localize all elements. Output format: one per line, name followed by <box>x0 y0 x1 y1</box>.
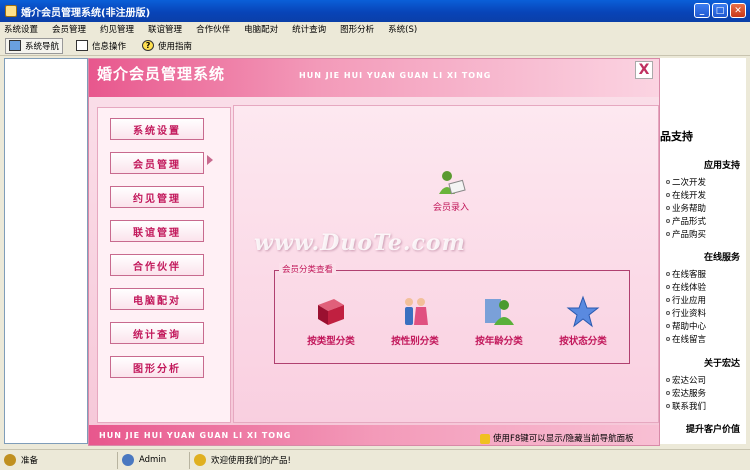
link-online-trial[interactable]: 在线体验 <box>666 281 706 293</box>
menu-appointment-management[interactable]: 约见管理 <box>100 23 134 35</box>
hint-text: 使用F8键可以显示/隐藏当前导航面板 <box>493 434 634 444</box>
ready-icon <box>4 454 16 466</box>
link-product-form[interactable]: 产品形式 <box>666 215 706 227</box>
system-nav-button[interactable]: 系统导航 <box>5 37 64 54</box>
content-area: www.DuoTe.com 会员录入 会员分类查看 按类型分类 按性别分类 按年… <box>233 105 659 423</box>
status-welcome: 欢迎使用我们的产品! <box>190 452 490 469</box>
nav-computer-matching[interactable]: 电脑配对 <box>110 288 204 310</box>
system-nav-label: 系统导航 <box>25 41 60 52</box>
main-panel: 婚介会员管理系统 HUN JIE HUI YUAN GUAN LI XI TON… <box>88 58 660 446</box>
menu-graph-analysis[interactable]: 图形分析 <box>340 23 374 35</box>
user-guide-label: 使用指南 <box>158 41 193 52</box>
link-help-center[interactable]: 帮助中心 <box>666 320 706 332</box>
link-secondary-dev[interactable]: 二次开发 <box>666 176 706 188</box>
user-icon <box>122 454 134 466</box>
support-panel: 品支持 应用支持 二次开发 在线开发 业务帮助 产品形式 产品购买 在线服务 在… <box>660 58 746 444</box>
smile-icon <box>194 454 206 466</box>
info-ops-label: 信息操作 <box>92 41 127 52</box>
about-heading: 关于宏达 <box>703 359 740 369</box>
category-by-age[interactable]: 按年龄分类 <box>461 295 537 347</box>
link-product-purchase[interactable]: 产品购买 <box>666 228 706 240</box>
status-user: Admin <box>118 451 190 469</box>
app-support-heading: 应用支持 <box>703 161 740 171</box>
menu-member-management[interactable]: 会员管理 <box>52 23 86 35</box>
nav-system-settings[interactable]: 系统设置 <box>110 118 204 140</box>
ready-text: 准备 <box>21 456 39 466</box>
hint-notice: 使用F8键可以显示/隐藏当前导航面板 <box>480 432 748 444</box>
book-icon <box>314 295 348 329</box>
menu-social-management[interactable]: 联谊管理 <box>148 23 182 35</box>
link-industry-info[interactable]: 行业资料 <box>666 307 706 319</box>
category-by-status-label: 按状态分类 <box>559 336 607 347</box>
app-icon <box>5 5 17 17</box>
menu-partners[interactable]: 合作伙伴 <box>196 23 230 35</box>
nav-partners[interactable]: 合作伙伴 <box>110 254 204 276</box>
toolbar: 系统导航 信息操作 ? 使用指南 <box>0 36 750 56</box>
link-service[interactable]: 宏达服务 <box>666 387 706 399</box>
link-industry-app[interactable]: 行业应用 <box>666 294 706 306</box>
menu-computer-matching[interactable]: 电脑配对 <box>244 23 278 35</box>
title-bar: 婚介会员管理系统(非注册版) _ □ ✕ <box>0 0 750 22</box>
banner-pinyin: HUN JIE HUI YUAN GUAN LI XI TONG <box>299 71 492 80</box>
status-ready: 准备 <box>0 451 118 469</box>
close-button[interactable]: ✕ <box>730 3 746 18</box>
welcome-text: 欢迎使用我们的产品! <box>211 456 291 466</box>
member-entry-label: 会员录入 <box>432 203 469 213</box>
panel-close-button[interactable]: X <box>635 61 653 79</box>
category-by-status[interactable]: 按状态分类 <box>545 295 621 347</box>
info-ops-button[interactable]: 信息操作 <box>73 39 129 53</box>
group-title: 会员分类查看 <box>279 263 337 275</box>
category-by-gender-label: 按性别分类 <box>391 336 439 347</box>
link-business-help[interactable]: 业务帮助 <box>666 202 706 214</box>
nav-social-management[interactable]: 联谊管理 <box>110 220 204 242</box>
navigation-panel <box>4 58 88 444</box>
nav-graph-analysis[interactable]: 图形分析 <box>110 356 204 378</box>
document-icon <box>76 40 89 51</box>
category-by-gender[interactable]: 按性别分类 <box>377 295 453 347</box>
selected-arrow-icon <box>207 155 213 165</box>
menu-statistics[interactable]: 统计查询 <box>292 23 326 35</box>
user-text: Admin <box>139 455 167 465</box>
link-company[interactable]: 宏达公司 <box>666 374 706 386</box>
link-online-message[interactable]: 在线留言 <box>666 333 706 345</box>
footer-pinyin: HUN JIE HUI YUAN GUAN LI XI TONG <box>99 431 292 440</box>
member-entry-icon <box>436 168 466 198</box>
window-title: 婚介会员管理系统(非注册版) <box>21 7 151 19</box>
watermark: www.DuoTe.com <box>254 230 466 256</box>
menu-system[interactable]: 系统(S) <box>388 23 417 35</box>
category-by-age-label: 按年龄分类 <box>475 336 523 347</box>
maximize-button[interactable]: □ <box>712 3 728 18</box>
star-icon <box>566 295 600 329</box>
category-by-type-label: 按类型分类 <box>307 336 355 347</box>
support-title: 品支持 <box>660 130 693 143</box>
nav-member-management[interactable]: 会员管理 <box>110 152 204 174</box>
help-icon: ? <box>142 40 155 51</box>
status-bar: 准备 Admin 欢迎使用我们的产品! <box>0 449 750 470</box>
member-entry-button[interactable]: 会员录入 <box>426 168 476 213</box>
link-contact[interactable]: 联系我们 <box>666 400 706 412</box>
nav-appointment-management[interactable]: 约见管理 <box>110 186 204 208</box>
menu-system-settings[interactable]: 系统设置 <box>4 23 38 35</box>
monitor-icon <box>9 40 21 51</box>
user-guide-button[interactable]: ? 使用指南 <box>139 39 195 53</box>
menu-bar: 系统设置 会员管理 约见管理 联谊管理 合作伙伴 电脑配对 统计查询 图形分析 … <box>0 22 750 36</box>
member-category-group: 会员分类查看 按类型分类 按性别分类 按年龄分类 按状态分类 <box>274 263 630 364</box>
banner-title: 婚介会员管理系统 <box>97 65 226 83</box>
nav-statistics[interactable]: 统计查询 <box>110 322 204 344</box>
online-service-heading: 在线服务 <box>703 253 740 263</box>
link-online-support[interactable]: 在线客服 <box>666 268 706 280</box>
banner: 婚介会员管理系统 HUN JIE HUI YUAN GUAN LI XI TON… <box>89 59 659 97</box>
category-by-type[interactable]: 按类型分类 <box>293 295 369 347</box>
bulb-icon <box>480 433 490 444</box>
people-icon <box>482 295 516 329</box>
link-online-dev[interactable]: 在线开发 <box>666 189 706 201</box>
couple-icon <box>398 295 432 329</box>
minimize-button[interactable]: _ <box>694 3 710 18</box>
